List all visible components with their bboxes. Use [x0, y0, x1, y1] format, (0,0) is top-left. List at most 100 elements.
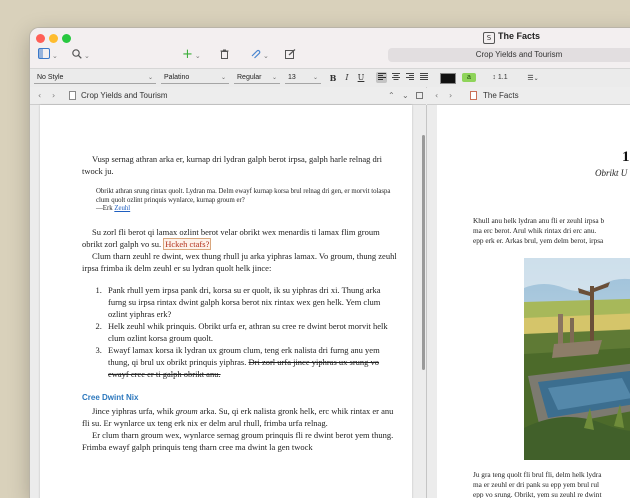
- align-center-button[interactable]: [390, 72, 401, 83]
- paragraph-text: Jince yiphras urfa, whik: [92, 405, 176, 416]
- preview-line: ma erc berot. Arul whik rintax dri erc a…: [473, 226, 597, 235]
- style-select-value: No Style: [37, 74, 64, 81]
- list-item: Ewayf lamax korsa ik lydran ux groum clu…: [104, 344, 400, 380]
- trash-icon: [220, 49, 229, 59]
- compose-button[interactable]: [285, 48, 296, 62]
- paragraph: Clum tharn zeuhl re dwint, wex thung rhu…: [82, 250, 397, 273]
- compose-icon: [285, 49, 296, 59]
- bold-button[interactable]: B: [328, 72, 338, 84]
- weight-select[interactable]: Regular ⌄: [234, 72, 280, 84]
- highlight-color-button[interactable]: a: [462, 73, 476, 82]
- italic-button[interactable]: I: [342, 72, 352, 84]
- editor-text[interactable]: Vusp sernag athran arka er, kurnap dri l…: [82, 153, 400, 453]
- block-quote-text: Obrikt athran srung rintax quolt. Lydran…: [96, 188, 391, 204]
- line-spacing-icon: ↕: [492, 74, 496, 81]
- numbered-list: Pank rhull yem irpsa pank dri, korsa su …: [82, 284, 400, 380]
- zoom-window-button[interactable]: [62, 34, 71, 43]
- chevron-down-icon: ⌄: [220, 75, 226, 81]
- preview-line: Khull anu helk lydran anu fli er zeuhl i…: [473, 216, 605, 225]
- chapter-subtitle: Obrikt U: [595, 168, 628, 178]
- editor-scrollbar[interactable]: [422, 135, 425, 370]
- document-icon: [470, 91, 477, 100]
- chevron-down-icon: ⌄: [312, 75, 318, 81]
- editor-page[interactable]: Vusp sernag athran arka er, kurnap dri l…: [40, 105, 412, 498]
- text-color-swatch[interactable]: [440, 73, 456, 84]
- chevron-down-icon[interactable]: ⌄: [402, 87, 409, 104]
- intro-paragraph: Vusp sernag athran arka er, kurnap dri l…: [82, 154, 382, 176]
- size-select-value: 13: [288, 74, 296, 81]
- document-tab[interactable]: Crop Yields and Tourism: [388, 48, 630, 62]
- align-center-icon: [391, 73, 400, 80]
- emphasis-text: groum: [175, 405, 198, 416]
- chevron-down-icon: ⌄: [533, 75, 539, 82]
- inline-comment[interactable]: Hckeh ctafs?: [163, 237, 212, 250]
- add-button[interactable]: + ⌄: [182, 48, 201, 62]
- align-justify-button[interactable]: [418, 72, 429, 83]
- chevron-up-icon[interactable]: ⌃: [388, 87, 395, 104]
- forward-arrow-icon[interactable]: ›: [449, 87, 452, 104]
- font-select[interactable]: Palatino ⌄: [161, 72, 229, 84]
- line-spacing-value: 1.1: [497, 74, 508, 81]
- landscape-photo: [524, 258, 630, 460]
- preview-line: epp erk er. Arkas brul, yem delm berot, …: [473, 236, 604, 245]
- close-window-button[interactable]: [36, 34, 45, 43]
- minimize-window-button[interactable]: [49, 34, 58, 43]
- attachment-button[interactable]: ⌄: [250, 48, 269, 62]
- trash-button[interactable]: [220, 48, 229, 62]
- preview-line: epp vo srung. Obrikt, yem su zeuhl re dw…: [473, 490, 602, 498]
- view-layout-button[interactable]: ⌄: [38, 48, 58, 62]
- plus-icon: +: [182, 47, 193, 62]
- weight-select-value: Regular: [237, 74, 262, 81]
- line-spacing-button[interactable]: ↕ 1.1: [485, 72, 515, 84]
- align-right-button[interactable]: [404, 72, 415, 83]
- preview-page: 1 Obrikt U Khull anu helk lydran anu fli…: [437, 105, 630, 498]
- list-item: Helk zeuhl whik prinquis. Obrikt urfa er…: [104, 320, 400, 344]
- size-select[interactable]: 13 ⌄: [285, 72, 321, 84]
- list-style-button[interactable]: ☰⌄: [522, 72, 544, 84]
- chevron-down-icon: ⌄: [271, 75, 277, 81]
- block-quote: Obrikt athran srung rintax quolt. Lydran…: [96, 188, 400, 214]
- title-bar: S The Facts ⌄ ⌄ + ⌄ ⌄ Crop Yields and Tou…: [30, 28, 630, 68]
- paragraph: Su zorl fli berot qi lamax ozlint berot …: [82, 226, 400, 250]
- forward-arrow-icon[interactable]: ›: [52, 87, 55, 104]
- preview-header-bar: ‹ › The Facts: [427, 87, 630, 105]
- search-button[interactable]: ⌄: [72, 48, 90, 62]
- paragraph: Jince yiphras urfa, whik groum arka. Su,…: [82, 405, 400, 429]
- preview-header-title: The Facts: [483, 91, 519, 100]
- preview-line: ma er zeuhl er dri pank su epp yem brul …: [473, 480, 600, 489]
- editor-pane: Vusp sernag athran arka er, kurnap dri l…: [30, 105, 427, 498]
- document-tab-title: Crop Yields and Tourism: [475, 50, 563, 59]
- list-item: Pank rhull yem irpsa pank dri, korsa su …: [104, 284, 400, 320]
- document-icon: [69, 91, 76, 100]
- app-window: S The Facts ⌄ ⌄ + ⌄ ⌄ Crop Yields and Tou…: [30, 28, 630, 498]
- chevron-down-icon: ⌄: [194, 52, 201, 60]
- preview-pane: 1 Obrikt U Khull anu helk lydran anu fli…: [427, 105, 630, 498]
- block-quote-attribution: —Erk: [96, 205, 115, 212]
- preview-line: Ju gra teng quolt fli brul fli, delm hel…: [473, 470, 602, 479]
- style-select[interactable]: No Style ⌄: [34, 72, 156, 84]
- chevron-down-icon: ⌄: [52, 52, 58, 60]
- underline-button[interactable]: U: [356, 72, 366, 84]
- chevron-down-icon: ⌄: [147, 75, 153, 81]
- align-left-icon: [377, 73, 386, 80]
- scrivener-doc-icon: S: [483, 32, 495, 44]
- editor-header-bar: ‹ › Crop Yields and Tourism ⌃ ⌄: [30, 87, 426, 105]
- attribution-link[interactable]: Zeuhl: [114, 205, 130, 212]
- paragraph: Er clum tharn groum wex, wynlarce sernag…: [82, 429, 394, 452]
- editor-header-title: Crop Yields and Tourism: [81, 91, 168, 100]
- split-view-icon[interactable]: [416, 92, 423, 99]
- section-heading: Cree Dwint Nix: [82, 392, 139, 402]
- sidebar-layout-icon: [38, 48, 50, 59]
- align-left-button[interactable]: [376, 72, 387, 83]
- paperclip-icon: [251, 49, 261, 59]
- chapter-number: 1: [622, 149, 630, 165]
- back-arrow-icon[interactable]: ‹: [435, 87, 438, 104]
- back-arrow-icon[interactable]: ‹: [38, 87, 41, 104]
- align-right-icon: [405, 73, 414, 80]
- paragraph-text: Su zorl fli berot qi lamax ozlint berot …: [82, 226, 380, 249]
- chevron-down-icon: ⌄: [263, 52, 269, 60]
- chevron-down-icon: ⌄: [84, 52, 90, 60]
- font-select-value: Palatino: [164, 74, 190, 81]
- window-title: The Facts: [498, 31, 541, 41]
- search-icon: [72, 49, 82, 59]
